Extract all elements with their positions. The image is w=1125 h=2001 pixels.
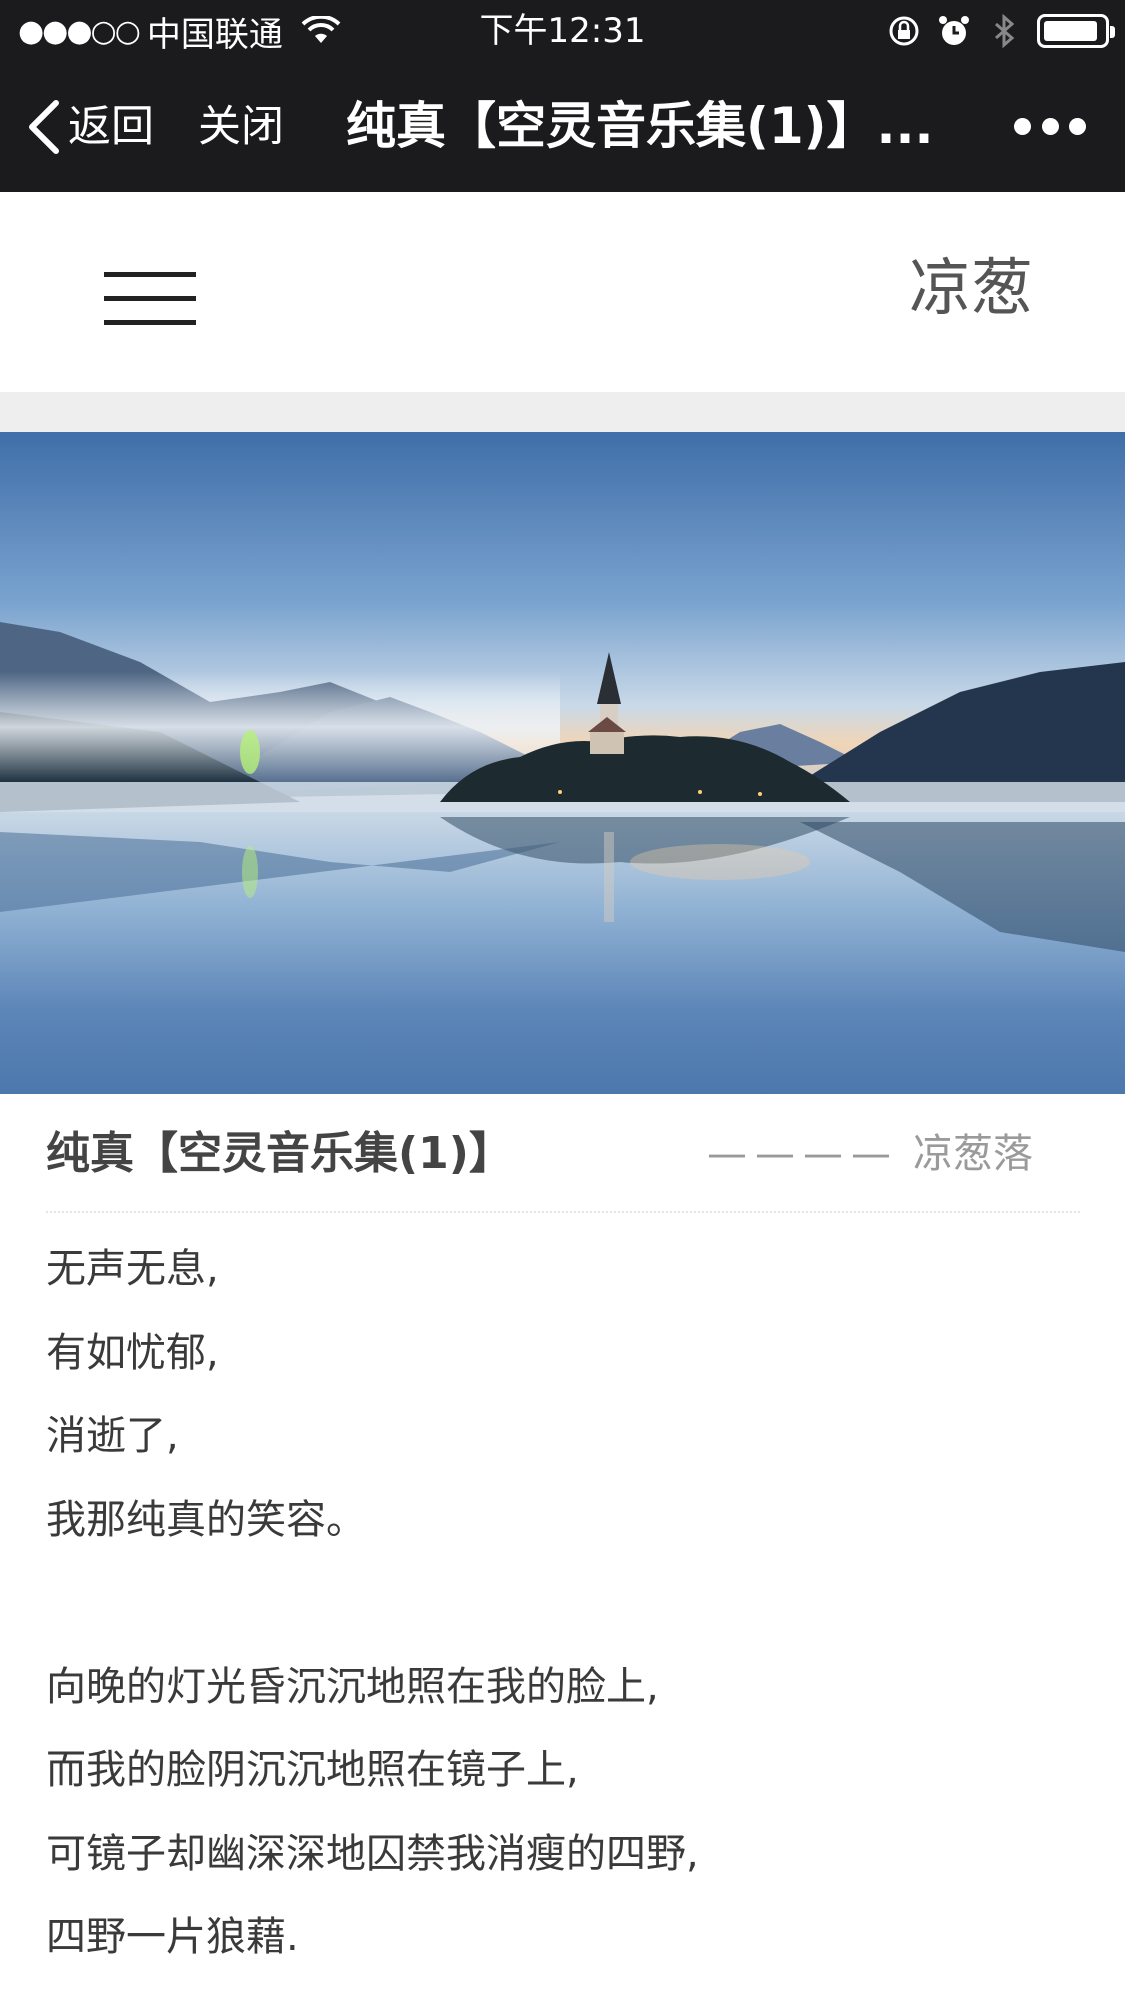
poem-line: 而我的脸阴沉沉地照在镜子上, (46, 1747, 579, 1793)
nav-bar: 返回 关闭 纯真【空灵音乐集(1)】... (0, 62, 1125, 192)
back-button[interactable]: 返回 (26, 98, 154, 156)
article-body: 无声无息, 有如忧郁, 消逝了, 我那纯真的笑容。 向晚的灯光昏沉沉地照在我的脸… (46, 1228, 1086, 1980)
poem-line: 四野一片狼藉. (46, 1914, 299, 1960)
battery-icon (1037, 14, 1115, 48)
poem-line: 无声无息, (46, 1246, 219, 1292)
site-header: 凉葱 (0, 192, 1125, 392)
article-divider (46, 1211, 1080, 1213)
poem-blank-line (46, 1562, 1086, 1646)
back-label: 返回 (68, 102, 154, 152)
article-title: 纯真【空灵音乐集(1)】 (46, 1128, 513, 1179)
author-name: 凉葱落 (913, 1131, 1033, 1177)
bluetooth-icon (995, 14, 1015, 48)
lake-castle-landscape-image (0, 432, 1125, 1094)
close-button[interactable]: 关闭 (198, 98, 284, 156)
page-title: 纯真【空灵音乐集(1)】... (346, 97, 934, 155)
poem-line: 我那纯真的笑容。 (46, 1496, 366, 1543)
author-dashes: ———— (707, 1131, 899, 1177)
status-right (887, 10, 1115, 52)
status-bar: ●●●○○ 中国联通 下午12:31 (0, 0, 1125, 62)
chevron-left-icon (29, 100, 59, 154)
article-author: ———— 凉葱落 (707, 1124, 1033, 1184)
divider-strip (0, 392, 1125, 432)
orientation-lock-icon (889, 16, 919, 46)
site-brand[interactable]: 凉葱 (909, 250, 1033, 326)
poem-line: 消逝了, (46, 1413, 179, 1459)
poem-line: 可镜子却幽深深地囚禁我消瘦的四野, (46, 1830, 699, 1877)
poem-line: 向晚的灯光昏沉沉地照在我的脸上, (46, 1663, 659, 1710)
hero-image (0, 432, 1125, 1094)
menu-icon[interactable] (104, 272, 196, 326)
poem-line: 有如忧郁, (46, 1329, 219, 1376)
alarm-icon (939, 16, 969, 45)
more-icon[interactable] (1014, 114, 1086, 138)
